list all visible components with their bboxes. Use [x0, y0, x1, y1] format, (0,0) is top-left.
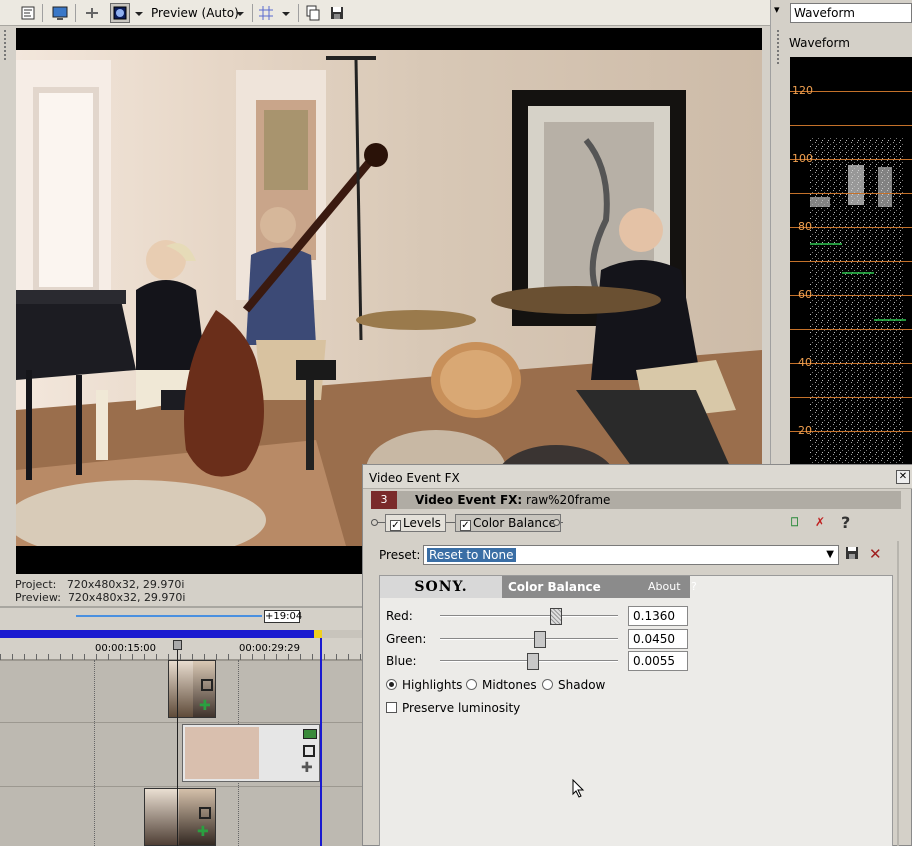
blue-slider-thumb[interactable]: [527, 653, 539, 670]
preview-info: Preview: 720x480x32, 29.970i: [15, 591, 186, 604]
fx-window-title: Video Event FX: [369, 471, 460, 485]
overlays-icon[interactable]: [110, 3, 130, 23]
about-button[interactable]: About ?: [648, 580, 697, 593]
preset-value: Reset to None: [427, 548, 516, 562]
chain-color-balance-button[interactable]: ✓ Color Balance: [455, 514, 562, 532]
blue-label: Blue:: [386, 654, 417, 668]
preview-toolbar: Preview (Auto): [0, 0, 770, 26]
red-slider-row: Red: 0.1360: [386, 606, 688, 626]
green-slider-row: Green: 0.0450: [386, 629, 688, 649]
save-preset-icon[interactable]: [845, 546, 861, 562]
red-slider-thumb[interactable]: [550, 608, 562, 625]
split-screen-icon[interactable]: [82, 3, 102, 23]
color-balance-plugin: SONY. Color Balance About ? Red: 0.1360 …: [379, 575, 893, 846]
delete-preset-icon[interactable]: ✕: [869, 545, 885, 563]
grid-icon[interactable]: [256, 3, 276, 23]
fx-header-text: Video Event FX: raw%20frame: [415, 493, 611, 507]
video-properties-icon[interactable]: [18, 3, 38, 23]
red-slider[interactable]: [440, 615, 618, 617]
loop-region-marker[interactable]: +19:04: [264, 610, 302, 623]
fx-chain: ✓ Levels ✓ Color Balance ⎕ ✗ ?: [371, 513, 893, 533]
scope-grip[interactable]: [777, 30, 780, 64]
scope-dropdown-icon[interactable]: ▾: [774, 3, 786, 19]
preserve-luminosity-checkbox[interactable]: Preserve luminosity: [386, 701, 520, 715]
blue-slider-row: Blue: 0.0055: [386, 651, 688, 671]
event-fx-icon[interactable]: ✚: [301, 761, 317, 775]
red-value-input[interactable]: 0.1360: [628, 606, 688, 626]
scope-type-select[interactable]: Waveform: [790, 3, 912, 23]
color-balance-check-icon: ✓: [460, 520, 471, 531]
remove-plugin-icon[interactable]: ✗: [815, 515, 833, 531]
blue-value-input[interactable]: 0.0055: [628, 651, 688, 671]
close-icon[interactable]: ✕: [896, 470, 910, 484]
project-info: Project: 720x480x32, 29.970i: [15, 578, 185, 591]
video-clip[interactable]: ✚: [144, 788, 216, 846]
color-clip[interactable]: ✚: [182, 724, 320, 782]
mouse-cursor-icon: [572, 778, 586, 799]
preset-label: Preset:: [379, 548, 421, 562]
playhead[interactable]: [177, 644, 178, 846]
shadow-radio[interactable]: Shadow: [542, 678, 605, 692]
green-value-input[interactable]: 0.0450: [628, 629, 688, 649]
waveform-scope: 120 100 80 60 40 20: [790, 57, 912, 464]
preset-select[interactable]: Reset to None ▼: [423, 545, 839, 565]
levels-check-icon: ✓: [390, 520, 401, 531]
plugin-header: SONY. Color Balance About ?: [380, 576, 697, 598]
sony-logo: SONY.: [380, 576, 502, 598]
event-fx-icon[interactable]: ✚: [197, 825, 211, 839]
scope-title: Waveform: [789, 36, 850, 50]
preset-row: Preset: Reset to None ▼ ✕: [373, 543, 903, 567]
green-slider[interactable]: [440, 638, 618, 640]
chain-levels-button[interactable]: ✓ Levels: [385, 514, 446, 532]
grid-dropdown-icon[interactable]: [278, 3, 294, 23]
fx-count-badge: 3: [371, 491, 397, 509]
plugin-chain-icon[interactable]: ⎕: [791, 515, 809, 531]
help-icon[interactable]: ?: [841, 513, 859, 532]
chevron-down-icon: ▼: [826, 549, 834, 560]
highlights-radio[interactable]: Highlights: [386, 678, 462, 692]
red-label: Red:: [386, 609, 413, 623]
green-slider-thumb[interactable]: [534, 631, 546, 648]
video-event-fx-window: Video Event FX ✕ 3 Video Event FX: raw%2…: [362, 464, 912, 846]
generated-media-icon[interactable]: [303, 729, 317, 739]
crop-icon[interactable]: [201, 679, 213, 691]
copy-snapshot-icon[interactable]: [303, 3, 323, 23]
video-clip[interactable]: ✚: [168, 660, 216, 718]
midtones-radio[interactable]: Midtones: [466, 678, 537, 692]
loop-region-bar[interactable]: [0, 630, 320, 638]
event-fx-icon[interactable]: ✚: [199, 699, 213, 713]
crop-icon[interactable]: [199, 807, 211, 819]
green-label: Green:: [386, 632, 427, 646]
fx-header: 3 Video Event FX: raw%20frame: [371, 491, 901, 509]
crop-icon[interactable]: [303, 745, 315, 757]
external-monitor-icon[interactable]: [50, 3, 70, 23]
overlays-dropdown-icon[interactable]: [131, 3, 147, 23]
preview-quality-dropdown-icon[interactable]: [232, 3, 248, 23]
fx-titlebar[interactable]: Video Event FX ✕: [363, 465, 912, 489]
save-snapshot-icon[interactable]: [327, 3, 347, 23]
preview-quality-select[interactable]: Preview (Auto): [151, 6, 239, 20]
timeline: +19:04 00:00:15:00 00:00:29:29 ✚ ✚ ✚: [0, 606, 362, 846]
plugin-name: Color Balance: [508, 580, 601, 594]
